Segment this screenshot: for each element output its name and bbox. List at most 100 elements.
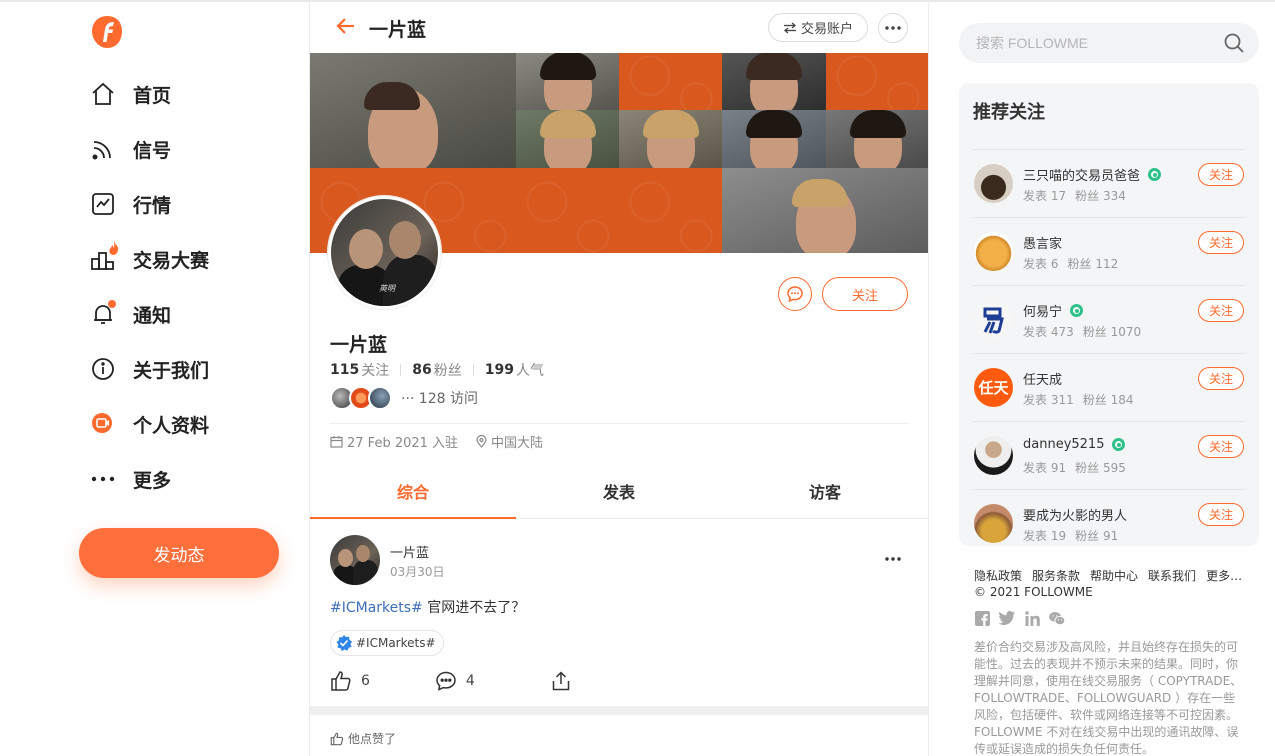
message-button[interactable]	[778, 277, 812, 311]
nav-signal[interactable]: 信号	[90, 134, 171, 164]
header-more-button[interactable]	[878, 13, 908, 43]
recommend-user[interactable]: 任天 任天成 发表 311 粉丝 184 关注	[973, 353, 1245, 421]
footer-link-terms[interactable]: 服务条款	[1032, 567, 1080, 584]
nav-label: 关于我们	[133, 359, 210, 382]
nav-profile[interactable]: 个人资料	[90, 409, 209, 439]
following-label[interactable]: 关注	[361, 360, 389, 380]
nav-contest[interactable]: 交易大赛	[90, 241, 209, 274]
trading-account-button[interactable]: 交易账户	[768, 13, 868, 42]
follow-user-button[interactable]: 关注	[1198, 231, 1244, 254]
user-name[interactable]: 三只喵的交易员爸爸	[1023, 165, 1140, 184]
tab-overview[interactable]: 综合	[310, 468, 516, 519]
topic-chip[interactable]: #ICMarkets#	[330, 630, 444, 656]
post-author-name[interactable]: 一片蓝	[390, 542, 429, 561]
profile-header: 一片蓝 交易账户	[310, 0, 928, 53]
nav-market[interactable]: 行情	[90, 189, 171, 219]
visit-count: ··· 128 访问	[401, 391, 478, 407]
nav-home[interactable]: 首页	[90, 79, 171, 109]
post-topic-link[interactable]: #ICMarkets#	[330, 600, 423, 616]
search-icon[interactable]	[1223, 32, 1245, 54]
banner-photo	[516, 110, 619, 168]
tab-posts[interactable]: 发表	[516, 468, 722, 518]
left-sidebar: 首页 信号 行情 交易大赛 通知 关于我们 个人资料 更多 发动态	[0, 0, 310, 756]
swap-icon	[783, 22, 796, 33]
facebook-icon[interactable]	[974, 610, 990, 626]
followme-logo-icon[interactable]	[91, 15, 123, 49]
user-avatar[interactable]: 任天	[974, 368, 1013, 407]
recommend-user[interactable]: 三只喵的交易员爸爸 发表 17 粉丝 334 关注	[973, 149, 1245, 217]
verified-badge-icon	[1070, 304, 1084, 317]
back-arrow-icon[interactable]	[334, 14, 358, 38]
posts-count: 17	[1050, 189, 1067, 203]
user-avatar[interactable]	[974, 300, 1013, 339]
nav-notifications[interactable]: 通知	[90, 299, 171, 329]
location: 中国大陆	[491, 436, 544, 451]
follow-button[interactable]: 关注	[822, 277, 908, 311]
footer-link-help[interactable]: 帮助中心	[1090, 567, 1138, 584]
nav-about[interactable]: 关于我们	[90, 354, 209, 384]
post-author-avatar[interactable]	[330, 535, 380, 585]
page-title: 一片蓝	[369, 19, 427, 41]
user-name[interactable]: 要成为火影的男人	[1023, 505, 1127, 524]
followers-label[interactable]: 粉丝	[434, 360, 462, 380]
recent-visitors[interactable]: ··· 128 访问	[330, 386, 478, 410]
follow-user-button[interactable]: 关注	[1198, 367, 1244, 390]
followers-count[interactable]: 86	[412, 362, 431, 378]
user-name[interactable]: 任天成	[1023, 369, 1062, 388]
search-input[interactable]	[976, 35, 1206, 51]
post-status-button[interactable]: 发动态	[79, 528, 279, 578]
post-actions: 6 4	[330, 670, 572, 692]
user-name[interactable]: 愚言家	[1023, 233, 1062, 252]
footer-link-contact[interactable]: 联系我们	[1148, 567, 1196, 584]
user-name[interactable]: 何易宁	[1023, 301, 1062, 320]
recommend-user[interactable]: danney5215 发表 91 粉丝 595 关注	[973, 421, 1245, 489]
popularity-label: 人气	[515, 363, 544, 379]
recommend-user[interactable]: 要成为火影的男人 发表 19 粉丝 91 关注	[973, 489, 1245, 557]
profile-avatar[interactable]: 英明	[328, 196, 441, 309]
posts-label: 发表	[1023, 257, 1048, 271]
posts-label: 发表	[1023, 189, 1048, 203]
nav-more[interactable]: 更多	[90, 464, 171, 494]
user-avatar[interactable]	[974, 232, 1013, 271]
wechat-icon[interactable]	[1049, 610, 1065, 626]
like-count: 6	[361, 673, 370, 689]
following-count[interactable]: 115	[330, 362, 359, 378]
user-avatar[interactable]	[974, 164, 1013, 203]
chat-icon	[787, 286, 803, 303]
linkedin-icon[interactable]	[1024, 610, 1040, 626]
nav-label: 通知	[133, 304, 172, 327]
like-button[interactable]: 6	[330, 670, 370, 692]
user-avatar[interactable]	[974, 504, 1013, 543]
footer-link-more[interactable]: 更多…	[1206, 567, 1242, 584]
avatar-signature-text: 英明	[379, 284, 395, 293]
user-avatar[interactable]	[974, 436, 1013, 475]
thumbs-up-icon	[330, 732, 344, 745]
info-icon	[90, 356, 116, 382]
comment-button[interactable]: 4	[435, 670, 475, 692]
follow-user-button[interactable]: 关注	[1198, 503, 1244, 526]
user-name[interactable]: danney5215	[1023, 437, 1104, 452]
more-dots-icon	[885, 26, 901, 30]
follow-user-button[interactable]: 关注	[1198, 299, 1244, 322]
post-more-icon[interactable]	[884, 549, 908, 569]
follow-user-button[interactable]: 关注	[1198, 435, 1244, 458]
twitter-icon[interactable]	[999, 610, 1015, 626]
nav-label: 个人资料	[133, 414, 210, 437]
comment-icon	[436, 671, 456, 691]
share-button[interactable]	[550, 670, 572, 692]
recommend-panel: 推荐关注 三只喵的交易员爸爸 发表 17 粉丝 334 关注 愚言家 发表 6 粉丝…	[959, 83, 1259, 546]
feed-separator	[310, 706, 928, 715]
posts-count: 473	[1050, 325, 1074, 339]
nav-label: 首页	[133, 84, 172, 107]
share-icon	[552, 671, 570, 691]
recommend-user[interactable]: 愚言家 发表 6 粉丝 112 关注	[973, 217, 1245, 285]
verified-badge-icon	[1148, 168, 1162, 181]
follow-user-button[interactable]: 关注	[1198, 163, 1244, 186]
banner-photo	[722, 110, 826, 168]
tab-visitors[interactable]: 访客	[722, 468, 928, 518]
post-text: #ICMarkets# 官网进不去了？	[330, 597, 525, 617]
recommend-user[interactable]: 何易宁 发表 473 粉丝 1070 关注	[973, 285, 1245, 353]
footer-link-privacy[interactable]: 隐私政策	[974, 567, 1022, 584]
notification-dot	[108, 300, 116, 308]
posts-label: 发表	[1023, 529, 1048, 543]
